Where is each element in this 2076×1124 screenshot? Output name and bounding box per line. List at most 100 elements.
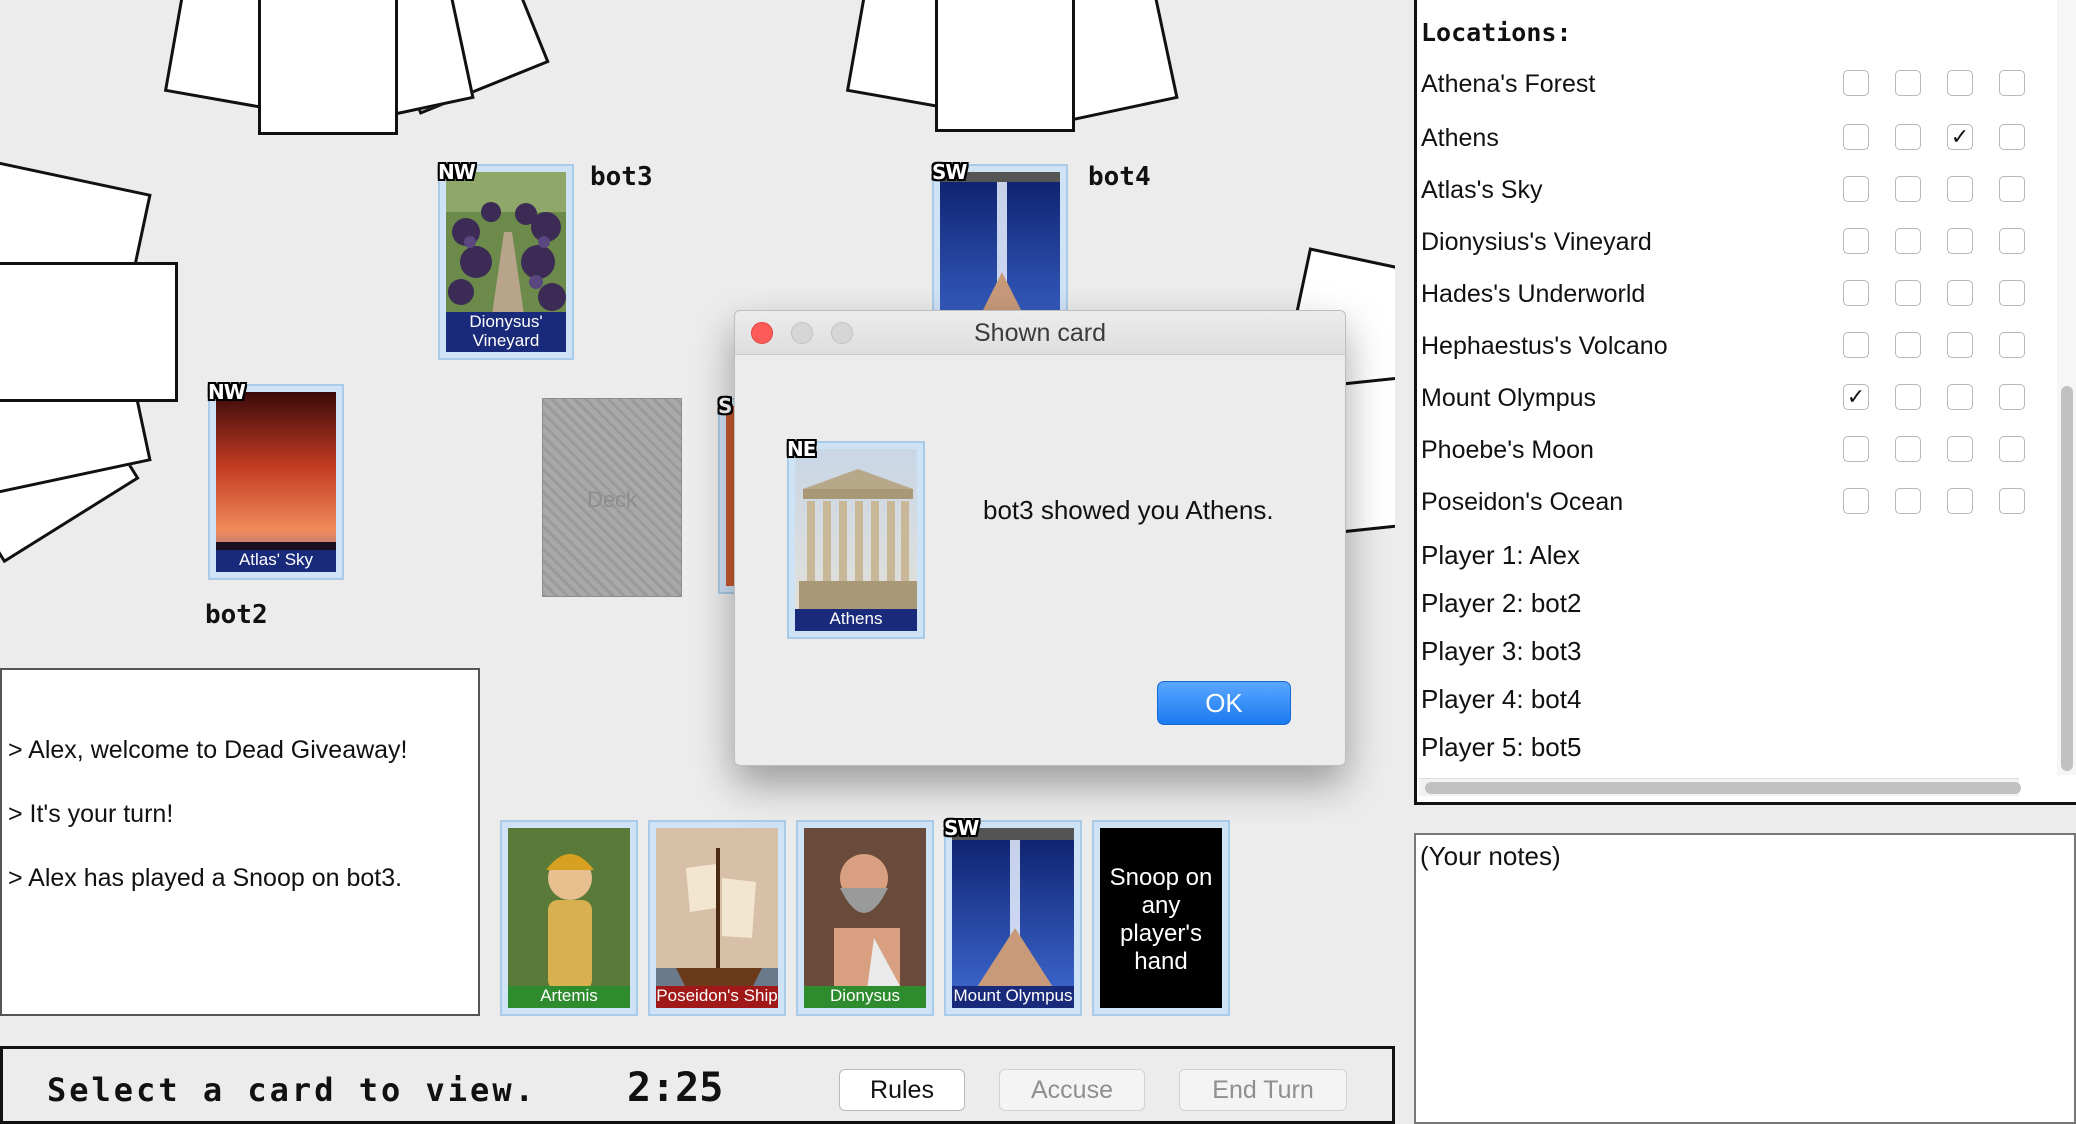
- location-row: Athens ✓: [1421, 118, 2061, 158]
- status-bar: Select a card to view. 2:25 Rules Accuse…: [0, 1046, 1395, 1124]
- player-entry: Player 1: Alex: [1421, 540, 1580, 570]
- location-checkbox[interactable]: [1895, 280, 1921, 306]
- location-row: Atlas's Sky: [1421, 170, 2061, 210]
- location-checkbox[interactable]: [1895, 488, 1921, 514]
- location-checkbox[interactable]: [1895, 384, 1921, 410]
- location-checkbox[interactable]: [1895, 228, 1921, 254]
- location-checkbox[interactable]: [1947, 70, 1973, 96]
- location-checkbox[interactable]: [1999, 436, 2025, 462]
- location-checkbox[interactable]: [1947, 228, 1973, 254]
- notes-placeholder: (Your notes): [1420, 841, 1561, 871]
- location-checkbox[interactable]: [1895, 176, 1921, 202]
- card-direction-tag: S: [718, 394, 732, 418]
- horizontal-scrollbar[interactable]: [1419, 778, 2021, 796]
- location-row: Poseidon's Ocean: [1421, 482, 2061, 522]
- player-entry: Player 4: bot4: [1421, 684, 1582, 714]
- face-down-card: [935, 0, 1075, 132]
- log-line: > Alex, welcome to Dead Giveaway!: [8, 736, 408, 764]
- location-name: Atlas's Sky: [1421, 176, 1543, 204]
- hand-card-mount-olympus[interactable]: Mount Olympus SW: [944, 816, 1082, 1016]
- location-checkbox[interactable]: ✓: [1947, 124, 1973, 150]
- location-checkbox[interactable]: [1895, 124, 1921, 150]
- location-checkbox[interactable]: [1843, 124, 1869, 150]
- notes-textarea[interactable]: (Your notes): [1414, 833, 2076, 1124]
- card-direction-tag: SW: [932, 160, 967, 184]
- athens-art: [795, 449, 917, 631]
- location-checkbox[interactable]: [1843, 488, 1869, 514]
- card-caption: Poseidon's Ship: [656, 986, 778, 1008]
- location-checkbox[interactable]: [1843, 228, 1869, 254]
- location-checkbox[interactable]: [1843, 176, 1869, 202]
- ok-button[interactable]: OK: [1157, 681, 1291, 725]
- shown-card-dialog: Shown card Athens NE bot3 showed you Ath…: [734, 310, 1346, 766]
- end-turn-button[interactable]: End Turn: [1179, 1069, 1347, 1111]
- atlas-sky-art: [216, 392, 336, 572]
- location-checkbox[interactable]: [1999, 228, 2025, 254]
- locations-panel: Locations: Athena's Forest Athens ✓ Atlas's…: [1414, 0, 2076, 805]
- hand-card-dionysus[interactable]: Dionysus: [796, 820, 934, 1016]
- location-checkbox[interactable]: [1947, 488, 1973, 514]
- card-caption: Mount Olympus: [952, 986, 1074, 1008]
- location-checkbox[interactable]: [1999, 384, 2025, 410]
- card-caption: Dionysus' Vineyard: [446, 312, 566, 352]
- location-checkbox[interactable]: [1999, 70, 2025, 96]
- card-caption: Atlas' Sky: [216, 550, 336, 572]
- bot3-card[interactable]: Dionysus' Vineyard NW: [438, 160, 574, 360]
- dionysus-art: [804, 828, 926, 1008]
- player-entry: Player 3: bot3: [1421, 636, 1582, 666]
- hand-card-poseidons-ship[interactable]: Poseidon's Ship: [648, 820, 786, 1016]
- hand-card-artemis[interactable]: Artemis: [500, 820, 638, 1016]
- location-name: Dionysius's Vineyard: [1421, 228, 1652, 256]
- location-checkbox[interactable]: [1947, 280, 1973, 306]
- dialog-title: Shown card: [973, 319, 1107, 347]
- location-name: Poseidon's Ocean: [1421, 488, 1624, 516]
- location-checkbox[interactable]: [1999, 488, 2025, 514]
- location-checkbox[interactable]: [1895, 436, 1921, 462]
- bot2-card[interactable]: Atlas' Sky NW: [208, 380, 344, 580]
- action-card-text: Snoop on any player's hand: [1109, 864, 1213, 975]
- location-checkbox[interactable]: [1843, 436, 1869, 462]
- card-direction-tag: NE: [787, 437, 816, 461]
- location-checkbox[interactable]: ✓: [1843, 384, 1869, 410]
- vertical-scrollbar[interactable]: [2057, 0, 2076, 775]
- turn-timer: 2:25: [627, 1065, 724, 1111]
- locations-title: Locations:: [1421, 18, 1572, 47]
- card-direction-tag: NW: [438, 160, 476, 184]
- rules-button[interactable]: Rules: [839, 1069, 965, 1111]
- location-checkbox[interactable]: [1895, 70, 1921, 96]
- location-checkbox[interactable]: [1895, 332, 1921, 358]
- action-card-face: Snoop on any player's hand: [1100, 828, 1222, 1008]
- player-entry: Player 2: bot2: [1421, 588, 1582, 618]
- deck[interactable]: Deck: [542, 398, 682, 597]
- scrollbar-thumb[interactable]: [2061, 386, 2073, 771]
- scrollbar-thumb[interactable]: [1425, 782, 2021, 794]
- location-row: Dionysius's Vineyard: [1421, 222, 2061, 262]
- location-checkbox[interactable]: [1999, 280, 2025, 306]
- dialog-message: bot3 showed you Athens.: [983, 495, 1274, 525]
- artemis-art: [508, 828, 630, 1008]
- location-name: Athena's Forest: [1421, 70, 1596, 98]
- card-caption: Artemis: [508, 986, 630, 1008]
- location-checkbox[interactable]: [1999, 176, 2025, 202]
- player-entry: Player 5: bot5: [1421, 732, 1582, 762]
- mount-olympus-art: [952, 828, 1074, 1008]
- location-row: Phoebe's Moon: [1421, 430, 2061, 470]
- ship-art: [656, 828, 778, 1008]
- location-checkbox[interactable]: [1843, 332, 1869, 358]
- location-row: Hephaestus's Volcano: [1421, 326, 2061, 366]
- location-checkbox[interactable]: [1947, 384, 1973, 410]
- location-checkbox[interactable]: [1843, 70, 1869, 96]
- accuse-button[interactable]: Accuse: [999, 1069, 1145, 1111]
- card-caption: Athens: [795, 609, 917, 631]
- location-checkbox[interactable]: [1999, 332, 2025, 358]
- location-checkbox[interactable]: [1843, 280, 1869, 306]
- location-checkbox[interactable]: [1999, 124, 2025, 150]
- location-checkbox[interactable]: [1947, 332, 1973, 358]
- log-line: > It's your turn!: [8, 800, 174, 828]
- location-name: Hephaestus's Volcano: [1421, 332, 1668, 360]
- snoop-action-card[interactable]: Snoop on any player's hand: [1092, 820, 1230, 1016]
- shown-card[interactable]: Athens NE: [787, 437, 925, 639]
- face-down-card: [258, 0, 398, 135]
- location-checkbox[interactable]: [1947, 436, 1973, 462]
- location-checkbox[interactable]: [1947, 176, 1973, 202]
